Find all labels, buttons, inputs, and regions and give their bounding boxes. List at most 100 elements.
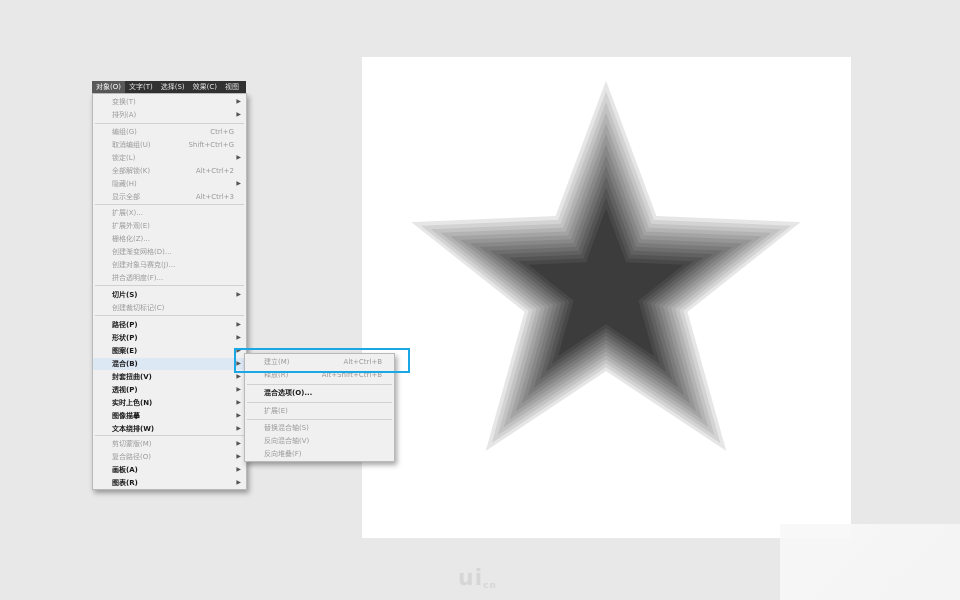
menu-item-label: 封套扭曲(V) (112, 373, 152, 381)
menu-item-label: 图像描摹 (112, 412, 140, 420)
menu-item-label: 混合选项(O)... (264, 389, 313, 397)
watermark-suffix: cn (483, 581, 497, 591)
object-menu-item[interactable]: 图像描摹 ▶ (93, 410, 246, 422)
object-menu-item[interactable]: 路径(P) ▶ (93, 319, 246, 331)
watermark-text: ui (458, 566, 484, 591)
menu-item-label: 反向混合轴(V) (264, 437, 310, 445)
menu-item-label: 锁定(L) (112, 154, 136, 162)
object-menu-item[interactable]: 剪切蒙版(M) ▶ (93, 438, 246, 450)
chevron-right-icon: ▶ (236, 291, 241, 298)
object-menu-item[interactable]: 编组(G) Ctrl+G (93, 126, 246, 138)
object-menu-item[interactable]: 封套扭曲(V) ▶ (93, 371, 246, 383)
object-menu-item[interactable]: 隐藏(H) ▶ (93, 178, 246, 190)
menu-item-label: 取消编组(U) (112, 141, 151, 149)
blend-submenu-item[interactable]: 扩展(E) (245, 405, 394, 417)
menu-type[interactable]: 文字(T) (125, 81, 157, 93)
menu-separator (95, 123, 244, 124)
chevron-right-icon: ▶ (236, 334, 241, 341)
object-menu-item[interactable]: 创建渐变网格(D)... (93, 246, 246, 258)
menu-item-label: 反向堆叠(F) (264, 450, 302, 458)
menu-view[interactable]: 视图 (221, 81, 243, 93)
object-menu-item[interactable]: 文本绕排(W) ▶ (93, 423, 246, 435)
object-menu-dropdown: 变换(T) ▶ 排列(A) ▶ 编组(G) Ctrl+G 取消编组(U) Shift+Ctrl… (92, 93, 247, 490)
watermark-logo: uicn (458, 566, 518, 600)
artboard[interactable] (362, 57, 851, 538)
menu-separator (95, 285, 244, 286)
blend-submenu-item[interactable]: 反向堆叠(F) (245, 448, 394, 460)
object-menu-item[interactable]: 取消编组(U) Shift+Ctrl+G (93, 139, 246, 151)
object-menu-item[interactable]: 形状(P) ▶ (93, 332, 246, 344)
menu-bar: 对象(O) 文字(T) 选择(S) 效果(C) 视图 (92, 81, 246, 93)
menu-item-label: 路径(P) (112, 321, 138, 329)
menu-separator (247, 384, 392, 385)
menu-separator (95, 204, 244, 205)
chevron-right-icon: ▶ (236, 440, 241, 447)
menu-item-label: 切片(S) (112, 291, 138, 299)
chevron-right-icon: ▶ (236, 399, 241, 406)
menu-item-label: 拼合透明度(F)... (112, 274, 164, 282)
menu-item-label: 创建对象马赛克(J)... (112, 261, 176, 269)
object-menu-item[interactable]: 实时上色(N) ▶ (93, 397, 246, 409)
menu-separator (247, 419, 392, 420)
menu-item-shortcut: Alt+Ctrl+3 (195, 193, 234, 201)
menu-item-label: 文本绕排(W) (112, 425, 155, 433)
chevron-right-icon: ▶ (236, 321, 241, 328)
menu-item-label: 创建渐变网格(D)... (112, 248, 172, 256)
chevron-right-icon: ▶ (236, 386, 241, 393)
object-menu-item[interactable]: 扩展外观(E) (93, 220, 246, 232)
menu-item-label: 透视(P) (112, 386, 138, 394)
menu-item-label: 变换(T) (112, 98, 136, 106)
blend-submenu-item[interactable]: 反向混合轴(V) (245, 435, 394, 447)
menu-item-label: 画板(A) (112, 466, 138, 474)
object-menu-item[interactable]: 复合路径(O) ▶ (93, 451, 246, 463)
menu-item-label: 混合(B) (112, 360, 138, 368)
highlight-box (234, 348, 410, 373)
menu-separator (95, 315, 244, 316)
menu-item-shortcut: Shift+Ctrl+G (188, 141, 234, 149)
object-menu-item[interactable]: 混合(B) ▶ (93, 358, 246, 370)
menu-item-label: 排列(A) (112, 111, 137, 119)
menu-item-label: 显示全部 (112, 193, 140, 201)
chevron-right-icon: ▶ (236, 425, 241, 432)
menu-effect[interactable]: 效果(C) (189, 81, 221, 93)
blend-submenu-item[interactable]: 替换混合轴(S) (245, 422, 394, 434)
menu-item-label: 扩展(E) (264, 407, 288, 415)
object-menu-item[interactable]: 显示全部 Alt+Ctrl+3 (93, 191, 246, 203)
object-menu-item[interactable]: 画板(A) ▶ (93, 464, 246, 476)
chevron-right-icon: ▶ (236, 98, 241, 105)
chevron-right-icon: ▶ (236, 466, 241, 473)
menu-separator (247, 402, 392, 403)
object-menu-item[interactable]: 图表(R) ▶ (93, 477, 246, 489)
object-menu-item[interactable]: 扩展(X)... (93, 207, 246, 219)
object-menu-item[interactable]: 拼合透明度(F)... (93, 272, 246, 284)
object-menu-item[interactable]: 图案(E) ▶ (93, 345, 246, 357)
object-menu-item[interactable]: 排列(A) ▶ (93, 109, 246, 121)
menu-item-label: 替换混合轴(S) (264, 424, 309, 432)
object-menu-item[interactable]: 锁定(L) ▶ (93, 152, 246, 164)
menu-select[interactable]: 选择(S) (157, 81, 189, 93)
object-menu-item[interactable]: 透视(P) ▶ (93, 384, 246, 396)
chevron-right-icon: ▶ (236, 111, 241, 118)
menu-separator (95, 435, 244, 436)
blend-submenu-item[interactable]: 混合选项(O)... (245, 387, 394, 399)
menu-item-label: 实时上色(N) (112, 399, 153, 407)
object-menu-item[interactable]: 栅格化(Z)... (93, 233, 246, 245)
menu-item-label: 复合路径(O) (112, 453, 151, 461)
menu-item-label: 创建裁切标记(C) (112, 304, 165, 312)
object-menu-item[interactable]: 变换(T) ▶ (93, 96, 246, 108)
blended-star-artwork[interactable] (362, 57, 851, 538)
chevron-right-icon: ▶ (236, 412, 241, 419)
menu-item-label: 形状(P) (112, 334, 138, 342)
chevron-right-icon: ▶ (236, 180, 241, 187)
chevron-right-icon: ▶ (236, 479, 241, 486)
object-menu-item[interactable]: 创建裁切标记(C) (93, 302, 246, 314)
object-menu-item[interactable]: 创建对象马赛克(J)... (93, 259, 246, 271)
chevron-right-icon: ▶ (236, 453, 241, 460)
menu-item-label: 隐藏(H) (112, 180, 137, 188)
object-menu-item[interactable]: 全部解锁(K) Alt+Ctrl+2 (93, 165, 246, 177)
menu-item-shortcut: Ctrl+G (210, 128, 234, 136)
object-menu-item[interactable]: 切片(S) ▶ (93, 289, 246, 301)
menu-item-shortcut: Alt+Ctrl+2 (195, 167, 234, 175)
menu-object[interactable]: 对象(O) (92, 81, 125, 93)
menu-item-label: 图案(E) (112, 347, 138, 355)
